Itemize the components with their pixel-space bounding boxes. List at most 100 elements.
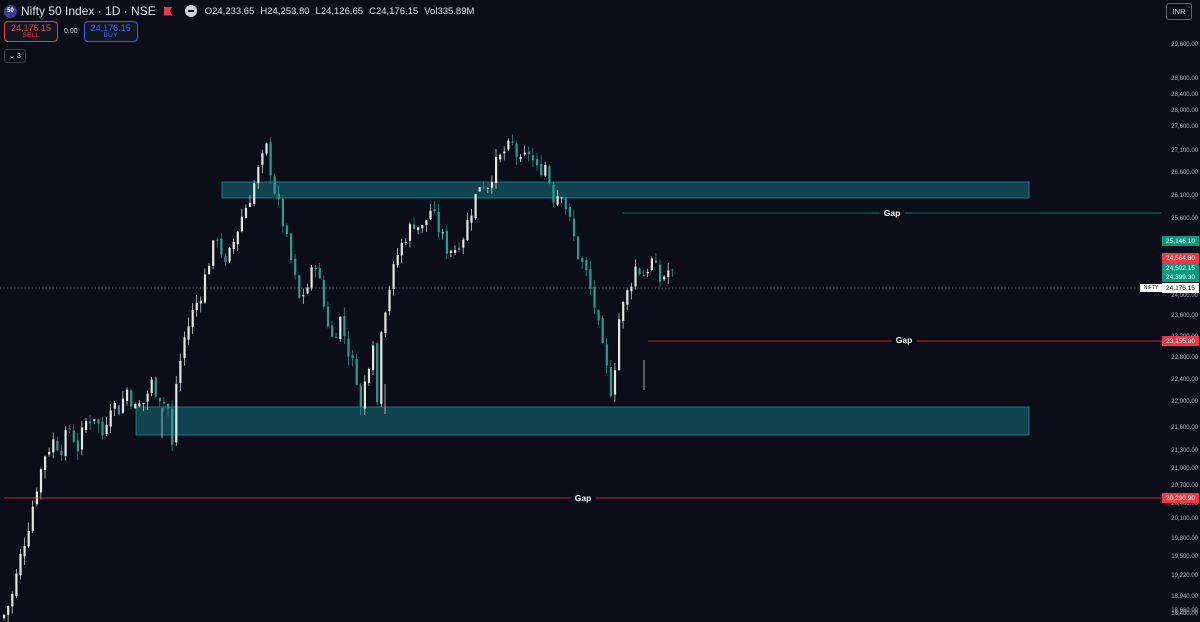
candle-body [11, 593, 14, 607]
candle-body [372, 345, 375, 371]
candle-body [171, 408, 174, 445]
candle-body [536, 159, 539, 166]
price-tick-label: 26,600.00 [1171, 170, 1198, 176]
candle-body [392, 264, 395, 289]
candle-body [486, 187, 489, 189]
candle-body [564, 197, 567, 210]
price-tick-label: 19,500.00 [1171, 554, 1198, 560]
candle-body [421, 225, 424, 229]
price-label-last: 24,176.15 [1162, 283, 1199, 293]
flag-icon[interactable] [163, 6, 173, 16]
candle-body [490, 182, 494, 188]
candle-body [203, 274, 207, 303]
candle-body [269, 142, 272, 176]
candle-body [15, 573, 18, 597]
candle-body [380, 332, 383, 404]
candle-body [7, 606, 10, 615]
candle-body [540, 163, 543, 176]
candle-body [572, 218, 576, 237]
price-tick-label: 18,940.00 [1171, 594, 1198, 600]
candle-body [519, 156, 522, 160]
candle-body [663, 276, 666, 280]
candle-body [48, 451, 51, 455]
candle-body [523, 152, 526, 155]
candle-body [667, 270, 670, 278]
price-tick-label: 28,400.00 [1171, 92, 1198, 98]
candle-body [351, 355, 354, 359]
candle-body [216, 239, 219, 241]
candle-body [515, 143, 518, 157]
price-label-green-2: 24,399.30 [1162, 272, 1199, 282]
supply-zone[interactable] [221, 181, 1030, 199]
symbol-logo-icon: 50 [4, 4, 17, 18]
price-tick-label: 22,400.00 [1171, 377, 1198, 383]
candle-body [208, 265, 211, 275]
gap-label-middle[interactable]: Gap [891, 335, 917, 345]
candle-body [527, 151, 530, 155]
candle-body [646, 271, 649, 274]
price-axis[interactable]: 29,600.00 28,800.00 28,400.00 28,000.00 27,6… [1162, 0, 1200, 622]
candle-body [183, 337, 186, 359]
indicators-collapse-button[interactable]: ⌄ 3 [4, 49, 26, 63]
candle-body [613, 370, 617, 395]
candle-body [335, 336, 338, 338]
candle-body [228, 247, 231, 262]
gap-label-lower[interactable]: Gap [570, 493, 596, 503]
candle-body [478, 187, 481, 192]
price-tick-label: 21,300.00 [1171, 448, 1198, 454]
symbol-title[interactable]: Nifty 50 Index · 1D · NSE [21, 4, 156, 18]
candle-body [290, 233, 293, 261]
candle-body [253, 183, 256, 205]
candle-body [355, 359, 358, 385]
candle-body [23, 546, 26, 557]
candle-body [376, 343, 379, 402]
candle-body [359, 385, 362, 407]
candle-body [39, 469, 43, 493]
price-tick-label: 20,100.00 [1171, 516, 1198, 522]
candle-body [302, 295, 305, 297]
buy-button[interactable]: 24,176.15 BUY [83, 21, 138, 42]
candle-body [560, 197, 563, 199]
candle-body [384, 312, 387, 334]
candle-body [417, 227, 420, 231]
candle-body [130, 390, 133, 407]
candle-body [240, 216, 243, 232]
candle-body [265, 143, 268, 154]
ohlc-values: O24,233.65 H24,253.80 L24,126.65 C24,176… [204, 5, 475, 17]
candle-body [113, 403, 116, 409]
candle-body [285, 225, 289, 234]
price-chart[interactable] [0, 0, 1200, 622]
demand-zone[interactable] [135, 406, 1030, 436]
market-status-icon[interactable] [184, 5, 197, 17]
candle-body [601, 318, 604, 344]
low-value: 24,126.65 [320, 5, 364, 17]
candle-body [310, 267, 313, 289]
candle-body [277, 193, 280, 200]
candle-body [93, 419, 96, 421]
price-tick-label: 21,600.00 [1171, 425, 1198, 431]
candle-body [507, 140, 510, 150]
candle-body [249, 202, 252, 207]
gap-label-upper[interactable]: Gap [879, 208, 905, 218]
candle-body [68, 428, 71, 430]
candle-body [101, 421, 104, 436]
price-tick-label: 27,100.00 [1171, 148, 1198, 154]
symbol-legend[interactable]: 50 Nifty 50 Index · 1D · NSE O24,233.65 … [4, 3, 474, 19]
candle-body [187, 326, 190, 340]
candle-body [499, 154, 502, 160]
candle-body [261, 153, 264, 165]
candle-body [638, 268, 641, 275]
candle-body [322, 280, 325, 307]
candle-body [605, 344, 608, 366]
candle-body [146, 393, 149, 402]
candle-body [556, 196, 559, 205]
candle-body [52, 439, 55, 453]
candle-body [589, 268, 592, 289]
volume-value: 335.89M [437, 5, 475, 17]
candle-body [19, 553, 22, 576]
candle-body [191, 309, 194, 327]
candle-body [548, 166, 551, 183]
candle-body [105, 424, 108, 434]
candlestick-series [3, 134, 674, 622]
sell-button[interactable]: 24,176.15 SELL [4, 21, 58, 42]
